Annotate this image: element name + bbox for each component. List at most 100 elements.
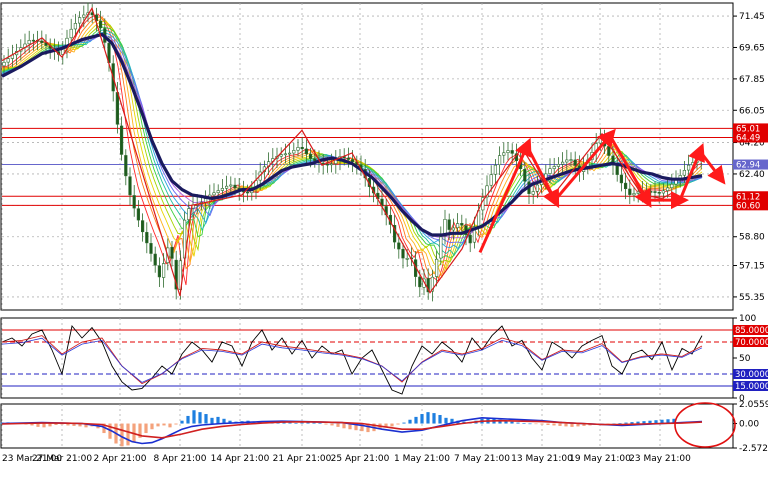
macd-histogram-bar [162, 423, 166, 426]
x-tick-label: 27 Mar 21:00 [32, 454, 92, 464]
macd-histogram-bar [390, 423, 394, 427]
candle-body [607, 146, 611, 156]
candle-body [170, 246, 174, 259]
candle-body [455, 223, 460, 229]
candle-body [682, 170, 686, 176]
candle-body [212, 192, 216, 196]
candle-body [82, 14, 86, 18]
macd-tick-label: 0.00 [739, 420, 759, 430]
macd-histogram-bar [540, 423, 544, 425]
candle-body [636, 191, 640, 194]
candle-body [27, 40, 31, 45]
candle-body [615, 165, 619, 175]
candle-body [300, 146, 304, 150]
candle-body [141, 220, 145, 233]
candle-body [6, 58, 10, 63]
candle-body [556, 164, 560, 167]
candle-body [619, 174, 623, 184]
price-tick-label: 67.85 [739, 75, 765, 85]
candle-body [397, 242, 401, 250]
candle-body [304, 148, 309, 155]
x-tick-label: 2 Apr 21:00 [94, 454, 147, 464]
candle-body [220, 188, 225, 191]
candle-body [686, 164, 691, 171]
macd-tick-label: 2.0559 [739, 400, 768, 410]
macd-histogram-bar [408, 419, 412, 424]
candle-body [132, 195, 136, 209]
candle-body [552, 166, 556, 169]
stochastic-level-label: 85.0000 [735, 326, 768, 336]
macd-histogram-bar [432, 413, 436, 424]
candle-body [468, 234, 472, 244]
candle-body [40, 40, 44, 43]
candle-body [497, 155, 502, 166]
macd-histogram-bar [150, 423, 154, 430]
candle-body [632, 193, 636, 196]
macd-histogram-bar [420, 414, 424, 424]
macd-histogram-bar [186, 415, 190, 424]
candle-body [279, 154, 283, 157]
candle-body [124, 155, 128, 177]
candle-body [573, 159, 577, 166]
price-tick-label: 55.35 [739, 293, 765, 303]
candle-body [401, 248, 405, 259]
candle-body [418, 276, 422, 288]
macd-histogram-bar [42, 423, 46, 428]
candle-body [313, 158, 317, 162]
candle-body [233, 184, 237, 189]
candle-body [216, 190, 220, 193]
candle-body [287, 152, 292, 155]
macd-histogram-bar [336, 423, 340, 427]
macd-histogram-bar [204, 414, 208, 424]
macd-histogram-bar [552, 423, 556, 426]
candle-body [665, 187, 670, 191]
candle-body [661, 190, 665, 194]
candle-body [649, 191, 653, 193]
candle-body [187, 208, 191, 220]
x-tick-label: 21 Apr 21:00 [273, 454, 332, 464]
macd-histogram-bar [534, 423, 538, 425]
macd-histogram-bar [558, 423, 562, 426]
candle-body [523, 169, 527, 182]
macd-histogram-bar [342, 423, 346, 429]
candle-body [162, 263, 166, 278]
macd-histogram-bar [210, 417, 214, 424]
price-tick-label: 71.45 [739, 12, 765, 22]
x-tick-label: 14 Apr 21:00 [211, 454, 270, 464]
stochastic-level-label: 30.0000 [735, 370, 768, 380]
candle-body [502, 152, 506, 156]
x-tick-label: 1 May 21:00 [394, 454, 450, 464]
price-tick-label: 58.80 [739, 233, 765, 243]
macd-histogram-bar [510, 421, 514, 424]
candle-body [149, 243, 153, 254]
macd-histogram-bar [414, 416, 418, 424]
candle-body [157, 265, 162, 278]
macd-histogram-bar [198, 412, 202, 424]
macd-histogram-bar [630, 422, 634, 424]
candle-body [73, 23, 77, 30]
macd-histogram-bar [294, 423, 298, 424]
macd-histogram-bar [300, 422, 304, 424]
macd-histogram-bar [528, 423, 532, 425]
x-tick-label: 19 May 21:00 [569, 454, 631, 464]
trading-chart[interactable]: 23 Mar 21:0027 Mar 21:00 2 Apr 21:00 8 Apr… [0, 0, 768, 490]
candle-body [229, 184, 233, 187]
candle-body [283, 153, 288, 156]
candle-body [78, 17, 82, 24]
candle-body [128, 176, 132, 196]
macd-histogram-bar [546, 423, 550, 425]
candle-body [489, 174, 493, 186]
macd-histogram-bar [48, 423, 52, 427]
candle-body [334, 159, 338, 164]
macd-histogram-bar [126, 423, 130, 446]
candle-body [657, 191, 661, 194]
macd-histogram-bar [564, 423, 568, 427]
price-tick-label: 62.40 [739, 170, 765, 180]
candle-body [565, 159, 569, 163]
candle-body [548, 168, 552, 174]
candle-body [225, 185, 229, 189]
candle-body [99, 20, 103, 29]
candle-body [560, 161, 565, 165]
macd-histogram-bar [180, 420, 184, 424]
x-tick-label: 7 May 21:00 [454, 454, 510, 464]
